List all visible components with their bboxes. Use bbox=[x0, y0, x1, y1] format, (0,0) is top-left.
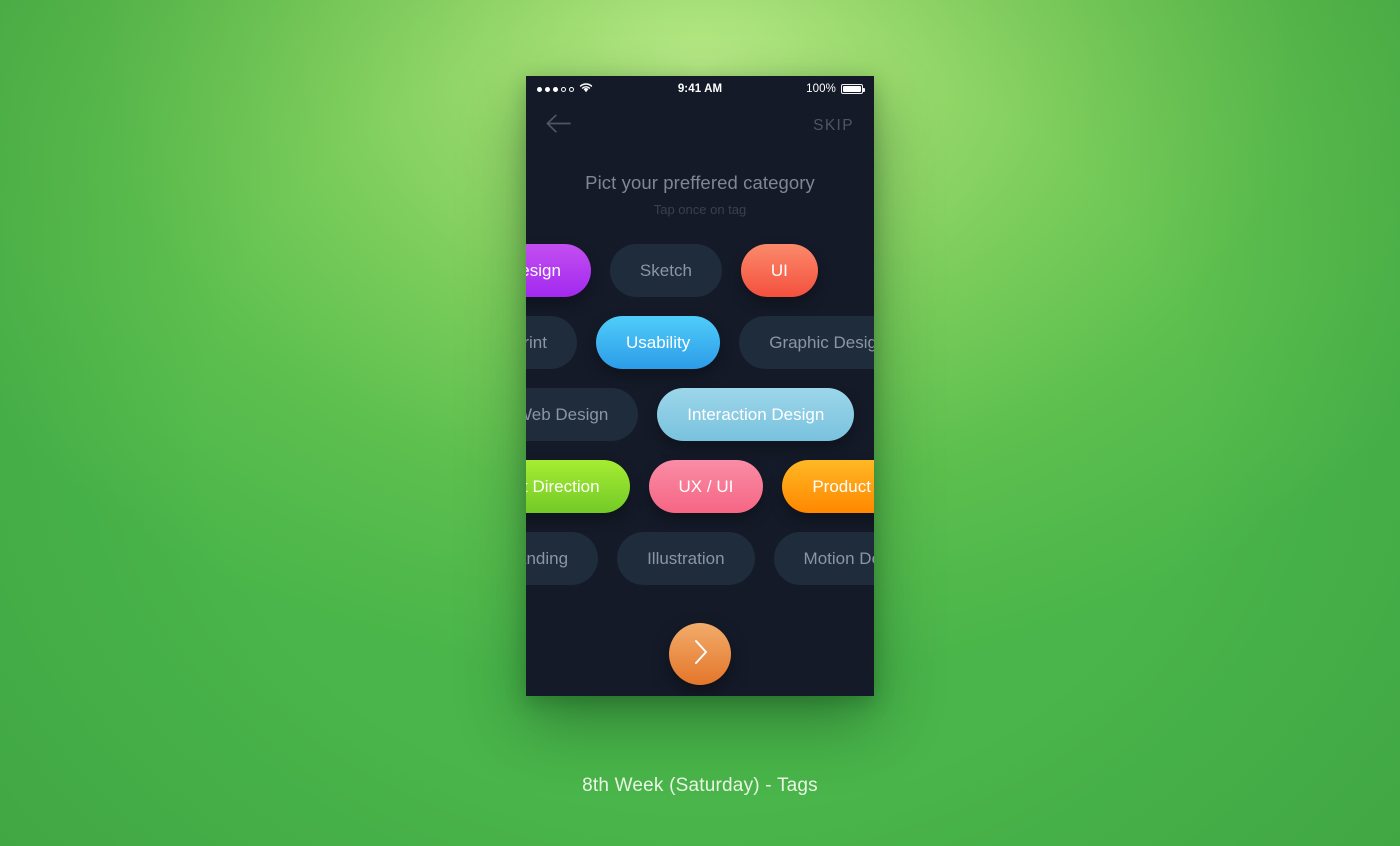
tag-sketch[interactable]: Sketch bbox=[609, 244, 722, 297]
tag-print[interactable]: Print bbox=[526, 316, 577, 369]
tag-design[interactable]: Design bbox=[526, 244, 591, 297]
tag-ux-ui[interactable]: UX / UI bbox=[648, 460, 764, 513]
next-button[interactable] bbox=[669, 623, 731, 685]
tag-art-direction[interactable]: Art Direction bbox=[526, 460, 630, 513]
arrow-left-icon bbox=[546, 114, 571, 138]
tag-row: Print Usability Graphic Design bbox=[526, 316, 874, 369]
tag-row: Web Design Interaction Design bbox=[526, 388, 874, 441]
tag-row: Branding Illustration Motion Design bbox=[526, 532, 874, 585]
tag-branding[interactable]: Branding bbox=[526, 532, 599, 585]
nav-bar: SKIP bbox=[526, 102, 874, 150]
titles-block: Pict your preffered category Tap once on… bbox=[526, 150, 874, 217]
tag-row: Design Sketch UI bbox=[526, 244, 874, 297]
tag-web-design[interactable]: Web Design bbox=[526, 388, 639, 441]
back-button[interactable] bbox=[546, 114, 571, 138]
page-subtitle: Tap once on tag bbox=[653, 202, 747, 217]
page-backdrop: 9:41 AM 100% SKIP Pict your preffered ca… bbox=[0, 0, 1400, 846]
status-bar: 9:41 AM 100% bbox=[526, 76, 874, 102]
chevron-right-icon bbox=[692, 639, 709, 670]
tag-usability[interactable]: Usability bbox=[595, 316, 721, 369]
tag-row: Art Direction UX / UI Product Design bbox=[526, 460, 874, 513]
tag-product-design[interactable]: Product Design bbox=[782, 460, 874, 513]
tag-ui[interactable]: UI bbox=[740, 244, 818, 297]
next-button-area bbox=[526, 623, 874, 685]
status-bar-right: 100% bbox=[806, 83, 865, 95]
battery-percent-label: 100% bbox=[806, 83, 836, 95]
tag-cloud: Design Sketch UI Print Usability Graphic Desi… bbox=[526, 244, 874, 585]
caption-text: 8th Week (Saturday) - Tags bbox=[582, 775, 818, 796]
page-title: Pict your preffered category bbox=[585, 172, 815, 193]
phone-screen: 9:41 AM 100% SKIP Pict your preffered ca… bbox=[526, 76, 874, 696]
tag-illustration[interactable]: Illustration bbox=[617, 532, 755, 585]
battery-full-icon bbox=[841, 84, 865, 94]
tag-motion-design[interactable]: Motion Design bbox=[773, 532, 874, 585]
tag-graphic-design[interactable]: Graphic Design bbox=[739, 316, 874, 369]
skip-button[interactable]: SKIP bbox=[813, 117, 854, 135]
tag-interaction-design[interactable]: Interaction Design bbox=[657, 388, 855, 441]
